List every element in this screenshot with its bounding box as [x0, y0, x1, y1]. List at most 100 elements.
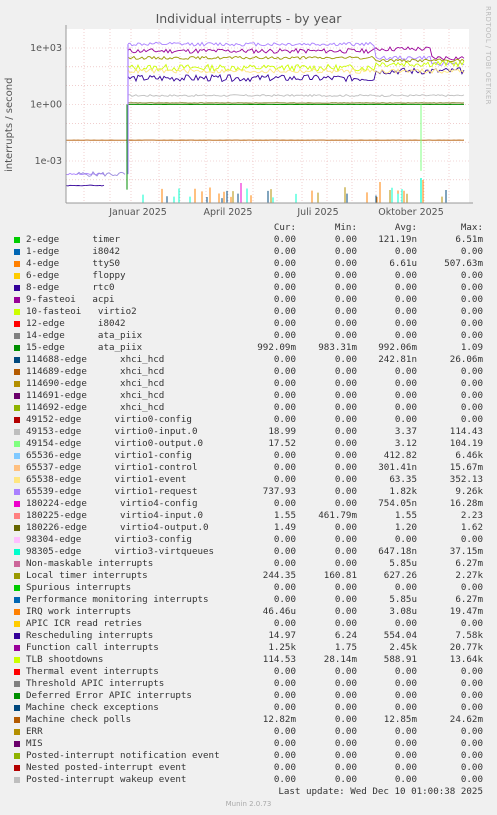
- legend-cur-value: 0.00: [273, 678, 296, 689]
- legend-avg-value: 0.00: [394, 690, 417, 701]
- legend-row: 114688-edge xhci_hcd 0.00 0.00 242.81n 26.06…: [14, 354, 488, 366]
- series-line-rtc-early: [65, 184, 105, 187]
- legend-swatch: [14, 357, 20, 363]
- legend-avg-value: 3.37: [394, 426, 417, 437]
- legend-row: 12-edge i8042 0.00 0.00 0.00 0.00: [14, 318, 488, 330]
- legend-avg-value: 0.00: [394, 702, 417, 713]
- legend-swatch: [14, 693, 20, 699]
- legend-label: Spurious interrupts: [26, 582, 132, 593]
- legend-max-value: 0.00: [460, 618, 483, 629]
- legend-swatch: [14, 777, 20, 783]
- legend-avg-value: 0.00: [394, 330, 417, 341]
- legend-label: Posted-interrupt notification event: [26, 750, 220, 761]
- legend-row: TLB shootdowns 114.53 28.14m 588.91 13.64k: [14, 654, 488, 666]
- legend-row: 49152-edge virtio0-config 0.00 0.00 0.00 0.0…: [14, 414, 488, 426]
- legend-cur-value: 992.09m: [257, 342, 296, 353]
- legend-avg-value: 0.00: [394, 402, 417, 413]
- legend-swatch: [14, 417, 20, 423]
- legend-cur-value: 18.99: [268, 426, 296, 437]
- legend-label: Thermal event interrupts: [26, 666, 159, 677]
- legend-row: 114692-edge xhci_hcd 0.00 0.00 0.00 0.00: [14, 402, 488, 414]
- legend-row: 1-edge i8042 0.00 0.00 0.00 0.00: [14, 246, 488, 258]
- legend-swatch: [14, 573, 20, 579]
- legend-row: 15-edge ata_piix 992.09m 983.31m 992.06m 1.0…: [14, 342, 488, 354]
- legend-avg-value: 647.18n: [378, 546, 417, 557]
- legend-max-value: 7.58k: [455, 630, 483, 641]
- column-cur: Cur:: [273, 222, 296, 233]
- legend-row: 98304-edge virtio3-config 0.00 0.00 0.00 0.0…: [14, 534, 488, 546]
- legend-label: 9-fasteoi acpi: [26, 294, 115, 305]
- legend-swatch: [14, 273, 20, 279]
- legend-swatch: [14, 237, 20, 243]
- legend-max-value: 6.46k: [455, 450, 483, 461]
- legend-row: Performance monitoring interrupts 0.00 0.0…: [14, 594, 488, 606]
- legend-label: 114689-edge xhci_hcd: [26, 366, 165, 377]
- legend-swatch: [14, 309, 20, 315]
- legend-cur-value: 0.00: [273, 450, 296, 461]
- legend-avg-value: 0.00: [394, 318, 417, 329]
- legend-label: 12-edge i8042: [26, 318, 126, 329]
- legend-swatch: [14, 621, 20, 627]
- column-max: Max:: [460, 222, 483, 233]
- legend-label: 114692-edge xhci_hcd: [26, 402, 165, 413]
- legend-cur-value: 0.00: [273, 378, 296, 389]
- legend-row: Posted-interrupt wakeup event 0.00 0.00 0.0…: [14, 774, 488, 786]
- legend-avg-value: 301.41n: [378, 462, 417, 473]
- x-tick-label: April 2025: [204, 207, 253, 218]
- legend-row: Threshold APIC interrupts 0.00 0.00 0.00 0.0…: [14, 678, 488, 690]
- legend-cur-value: 0.00: [273, 330, 296, 341]
- legend-avg-value: 3.08u: [389, 606, 417, 617]
- legend-swatch: [14, 717, 20, 723]
- legend-row: 65539-edge virtio1-request 737.93 0.00 1.82…: [14, 486, 488, 498]
- legend-avg-value: 0.00: [394, 762, 417, 773]
- legend-cur-value: 0.00: [273, 306, 296, 317]
- legend-cur-value: 14.97: [268, 630, 296, 641]
- legend-swatch: [14, 537, 20, 543]
- x-tick-label: Juli 2025: [296, 207, 338, 218]
- legend-avg-value: 0.00: [394, 366, 417, 377]
- legend-avg-value: 0.00: [394, 618, 417, 629]
- legend-swatch: [14, 297, 20, 303]
- legend-swatch: [14, 345, 20, 351]
- legend-row: 114690-edge xhci_hcd 0.00 0.00 0.00 0.00: [14, 378, 488, 390]
- legend-cur-value: 0.00: [273, 234, 296, 245]
- legend-row: 2-edge timer 0.00 0.00 121.19n 6.51m: [14, 234, 488, 246]
- legend-cur-value: 0.00: [273, 534, 296, 545]
- legend-max-value: 0.00: [460, 666, 483, 677]
- legend-avg-value: 0.00: [394, 678, 417, 689]
- legend-swatch: [14, 657, 20, 663]
- legend-max-value: 6.27m: [455, 558, 483, 569]
- legend-row: Thermal event interrupts 0.00 0.00 0.00 0.00: [14, 666, 488, 678]
- legend-label: 114691-edge xhci_hcd: [26, 390, 165, 401]
- legend-row: 9-fasteoi acpi 0.00 0.00 0.00 0.00: [14, 294, 488, 306]
- legend-row: Function call interrupts 1.25k 1.75 2.45k 20…: [14, 642, 488, 654]
- legend-max-value: 0.00: [460, 318, 483, 329]
- legend-max-value: 1.09: [460, 342, 483, 353]
- legend-label: 114688-edge xhci_hcd: [26, 354, 165, 365]
- legend-cur-value: 0.00: [273, 474, 296, 485]
- legend-row: 14-edge ata_piix 0.00 0.00 0.00 0.00: [14, 330, 488, 342]
- legend-label: 180224-edge virtio4-config: [26, 498, 198, 509]
- legend-max-value: 104.19: [449, 438, 483, 449]
- legend-max-value: 26.06m: [449, 354, 483, 365]
- legend-row: 180225-edge virtio4-input.0 1.55 461.79m 1.…: [14, 510, 488, 522]
- legend-row: 10-fasteoi virtio2 0.00 0.00 0.00 0.00: [14, 306, 488, 318]
- legend-avg-value: 0.00: [394, 270, 417, 281]
- legend-cur-value: 0.00: [273, 402, 296, 413]
- legend-avg-value: 242.81n: [378, 354, 417, 365]
- legend-max-value: 0.00: [460, 402, 483, 413]
- legend-max-value: 0.00: [460, 726, 483, 737]
- legend-row: 8-edge rtc0 0.00 0.00 0.00 0.00: [14, 282, 488, 294]
- legend-max-value: 0.00: [460, 678, 483, 689]
- legend-label: 180226-edge virtio4-output.0: [26, 522, 209, 533]
- legend-label: Threshold APIC interrupts: [26, 678, 165, 689]
- legend-max-value: 0.00: [460, 246, 483, 257]
- legend-label: Nested posted-interrupt event: [26, 762, 187, 773]
- legend-header: Cur: Min: Avg: Max:: [14, 222, 488, 234]
- legend-cur-value: 17.52: [268, 438, 296, 449]
- legend-swatch: [14, 441, 20, 447]
- legend-label: 180225-edge virtio4-input.0: [26, 510, 204, 521]
- legend-cur-value: 0.00: [273, 498, 296, 509]
- legend-avg-value: 0.00: [394, 738, 417, 749]
- legend-cur-value: 0.00: [273, 774, 296, 785]
